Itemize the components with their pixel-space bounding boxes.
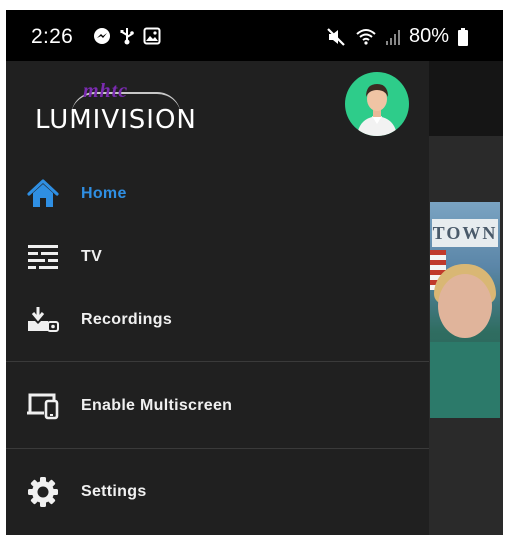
lumivision-logo: mhtc LUMIVISION (35, 80, 225, 143)
settings-gear-icon (25, 474, 61, 510)
menu-item-enable-multiscreen[interactable]: Enable Multiscreen (6, 376, 429, 436)
menu-divider (6, 448, 429, 449)
messenger-icon (94, 28, 110, 44)
mute-icon (327, 27, 345, 46)
menu-label-recordings: Recordings (81, 311, 173, 328)
logo-brand-top: mhtc (83, 80, 129, 102)
wifi-icon (356, 28, 376, 45)
thumbnail-shirt (430, 342, 500, 418)
phone-screen: 2:26 80% TOWN mhtc LUMIVISION Home TV Re… (6, 10, 503, 535)
battery-percent: 80% (408, 25, 449, 47)
battery-icon (458, 27, 468, 46)
signal-icon (385, 29, 400, 45)
status-left-icons (93, 27, 161, 45)
menu-item-settings[interactable]: Settings (6, 462, 429, 522)
menu-label-home: Home (81, 185, 127, 202)
status-right: 80% (325, 25, 469, 48)
menu-item-home[interactable]: Home (6, 164, 429, 224)
menu-label-settings: Settings (81, 483, 147, 500)
user-avatar[interactable] (345, 72, 409, 136)
menu-item-recordings[interactable]: Recordings (6, 290, 429, 350)
status-time: 2:26 (31, 25, 74, 48)
thumbnail-face (438, 274, 492, 338)
multiscreen-devices-icon (25, 388, 61, 424)
home-icon (25, 176, 61, 212)
menu-label-tv: TV (81, 248, 103, 265)
status-bar: 2:26 80% (6, 10, 503, 61)
menu-label-enable-multiscreen: Enable Multiscreen (81, 397, 233, 414)
gallery-icon (143, 27, 161, 45)
avatar-person-icon (357, 84, 397, 136)
menu-divider (6, 361, 429, 362)
usb-icon (120, 28, 134, 45)
logo-brand-main: LUMIVISION (35, 105, 197, 135)
navigation-drawer: mhtc LUMIVISION Home TV Recordings Enabl… (6, 61, 429, 535)
thumbnail-sign: TOWN (432, 219, 498, 247)
menu-item-tv[interactable]: TV (6, 227, 429, 287)
background-app-bar (429, 61, 503, 136)
background-thumbnail[interactable]: TOWN (430, 202, 500, 418)
recordings-download-icon (25, 302, 61, 338)
tv-guide-icon (25, 239, 61, 275)
